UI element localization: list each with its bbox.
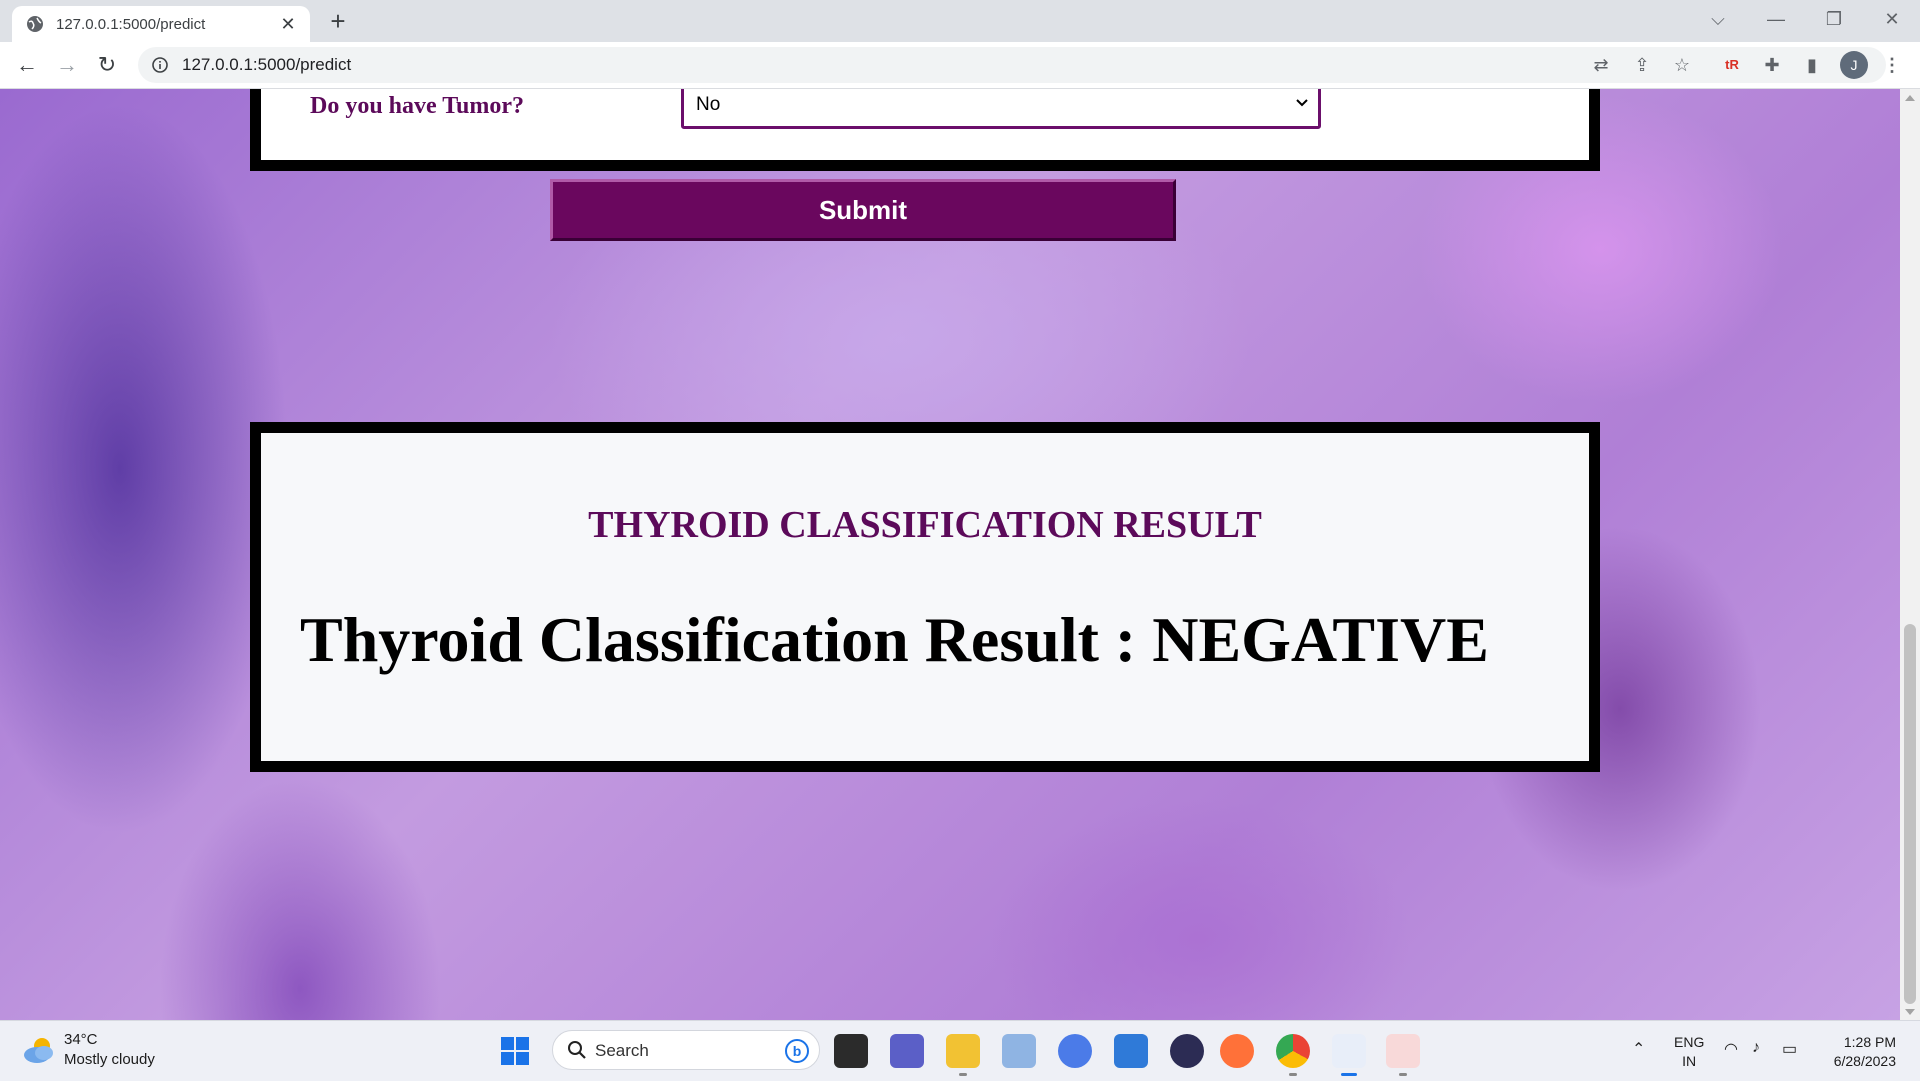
running-indicator <box>959 1073 967 1076</box>
pdf-app-icon[interactable] <box>1386 1034 1420 1068</box>
chrome-icon[interactable] <box>1276 1034 1310 1068</box>
region-code: IN <box>1682 1053 1697 1069</box>
notepad-icon[interactable] <box>1114 1034 1148 1068</box>
tab-search-chevron-icon[interactable]: ⌵ <box>1690 0 1746 38</box>
translate-icon[interactable]: ⇄ <box>1589 53 1613 77</box>
extensions-puzzle-icon[interactable]: ✚ <box>1760 53 1784 77</box>
menu-kebab-icon[interactable]: ⋮ <box>1880 53 1904 77</box>
wifi-icon[interactable]: ◠ <box>1724 1039 1738 1059</box>
scroll-up-arrow-icon[interactable] <box>1905 95 1915 101</box>
language-indicator[interactable]: ENG IN <box>1674 1033 1704 1071</box>
copilot-icon[interactable] <box>1058 1034 1092 1068</box>
tumor-select-value: No <box>696 94 721 115</box>
running-indicator <box>1289 1073 1297 1076</box>
snipping-tool-icon[interactable] <box>1332 1034 1366 1068</box>
minimize-button[interactable]: — <box>1748 0 1804 38</box>
reload-icon[interactable]: ↻ <box>92 50 122 80</box>
search-placeholder: Search <box>595 1041 649 1060</box>
result-card: THYROID CLASSIFICATION RESULT Thyroid Cl… <box>250 422 1600 772</box>
bookmark-star-icon[interactable]: ☆ <box>1670 53 1694 77</box>
show-hidden-icons-chevron-icon[interactable]: ⌃ <box>1632 1039 1645 1059</box>
taskbar-search[interactable]: Search b <box>552 1030 820 1070</box>
tab-title: 127.0.0.1:5000/predict <box>56 15 206 33</box>
resource-monitor-icon[interactable] <box>1002 1034 1036 1068</box>
firefox-icon[interactable] <box>1220 1034 1254 1068</box>
chevron-down-icon <box>1296 99 1308 107</box>
tumor-select[interactable]: No <box>681 89 1321 129</box>
task-view-icon[interactable] <box>834 1034 868 1068</box>
cloud-sun-icon[interactable] <box>22 1035 56 1065</box>
active-indicator <box>1341 1073 1357 1076</box>
form-card: Do you have Tumor? No <box>250 89 1600 171</box>
clock[interactable]: 1:28 PM 6/28/2023 <box>1820 1033 1896 1071</box>
address-bar[interactable]: 127.0.0.1:5000/predict <box>138 47 1886 83</box>
eclipse-icon[interactable] <box>1170 1034 1204 1068</box>
scrollbar-thumb[interactable] <box>1904 624 1916 1004</box>
browser-toolbar: ← → ↻ 127.0.0.1:5000/predict ⇄ ⇪ ☆ tR ✚ … <box>0 42 1920 89</box>
new-tab-button[interactable]: + <box>322 6 354 38</box>
page-scrollbar[interactable] <box>1900 89 1920 1021</box>
teams-chat-icon[interactable] <box>890 1034 924 1068</box>
share-icon[interactable]: ⇪ <box>1630 53 1654 77</box>
running-indicator <box>1399 1073 1407 1076</box>
result-heading: THYROID CLASSIFICATION RESULT <box>588 504 1262 546</box>
result-text: Thyroid Classification Result : NEGATIVE <box>300 604 1489 675</box>
url-text: 127.0.0.1:5000/predict <box>182 55 352 74</box>
globe-icon <box>27 16 43 32</box>
page-viewport: Do you have Tumor? No Submit THYROID CLA… <box>0 89 1900 1021</box>
submit-button[interactable]: Submit <box>550 179 1176 241</box>
profile-avatar[interactable]: J <box>1840 51 1868 79</box>
language-code: ENG <box>1674 1034 1705 1050</box>
volume-icon[interactable]: ♪ <box>1752 1039 1760 1057</box>
taskbar: 34°C Mostly cloudy Search b ⌃ ENG IN ◠ ♪… <box>0 1020 1920 1081</box>
weather-temp[interactable]: 34°C <box>64 1031 98 1048</box>
tumor-question-label: Do you have Tumor? <box>310 93 525 119</box>
extension-tr-icon[interactable]: tR <box>1720 53 1744 77</box>
forward-arrow-icon[interactable]: → <box>52 50 82 80</box>
browser-tab[interactable]: 127.0.0.1:5000/predict ✕ <box>12 6 310 42</box>
file-explorer-icon[interactable] <box>946 1034 980 1068</box>
clock-date: 6/28/2023 <box>1833 1053 1896 1069</box>
bing-icon[interactable]: b <box>785 1039 809 1063</box>
scroll-down-arrow-icon[interactable] <box>1905 1009 1915 1015</box>
windows-start-icon[interactable] <box>500 1036 530 1066</box>
search-icon <box>568 1041 586 1059</box>
weather-desc[interactable]: Mostly cloudy <box>64 1051 155 1068</box>
site-info-icon[interactable] <box>152 57 168 73</box>
tab-strip: 127.0.0.1:5000/predict ✕ + ⌵ — ❐ ✕ <box>0 0 1920 42</box>
back-arrow-icon[interactable]: ← <box>12 50 42 80</box>
close-tab-icon[interactable]: ✕ <box>278 14 298 35</box>
restore-button[interactable]: ❐ <box>1806 0 1862 38</box>
close-window-button[interactable]: ✕ <box>1864 0 1920 38</box>
battery-icon[interactable]: ▭ <box>1782 1039 1797 1059</box>
side-panel-icon[interactable]: ▮ <box>1800 53 1824 77</box>
clock-time: 1:28 PM <box>1843 1034 1896 1050</box>
